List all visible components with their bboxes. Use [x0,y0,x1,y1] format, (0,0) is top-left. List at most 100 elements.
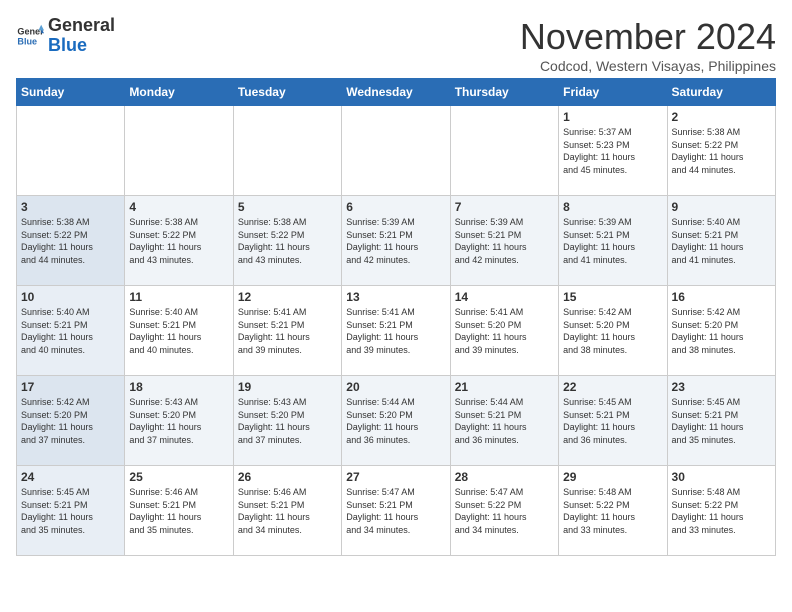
month-year-title: November 2024 [520,16,776,58]
calendar-cell: 1 Sunrise: 5:37 AM Sunset: 5:23 PM Daylig… [559,106,667,196]
calendar-cell [342,106,450,196]
logo: General Blue General Blue [16,16,115,56]
day-info: Sunrise: 5:48 AM Sunset: 5:22 PM Dayligh… [672,486,771,536]
day-info: Sunrise: 5:45 AM Sunset: 5:21 PM Dayligh… [21,486,120,536]
calendar-cell: 3 Sunrise: 5:38 AM Sunset: 5:22 PM Daylig… [17,196,125,286]
day-number: 1 [563,110,662,124]
calendar-cell [125,106,233,196]
calendar-cell [233,106,341,196]
day-info: Sunrise: 5:38 AM Sunset: 5:22 PM Dayligh… [21,216,120,266]
day-info: Sunrise: 5:46 AM Sunset: 5:21 PM Dayligh… [129,486,228,536]
day-info: Sunrise: 5:37 AM Sunset: 5:23 PM Dayligh… [563,126,662,176]
calendar-cell: 11 Sunrise: 5:40 AM Sunset: 5:21 PM Dayli… [125,286,233,376]
calendar-cell: 24Sunrise: 5:45 AM Sunset: 5:21 PM Dayli… [17,466,125,556]
calendar-cell: 26 Sunrise: 5:46 AM Sunset: 5:21 PM Dayli… [233,466,341,556]
day-number: 2 [672,110,771,124]
day-info: Sunrise: 5:44 AM Sunset: 5:20 PM Dayligh… [346,396,445,446]
day-number: 3 [21,200,120,214]
calendar-cell: 2 Sunrise: 5:38 AM Sunset: 5:22 PM Daylig… [667,106,775,196]
page-header: General Blue General Blue November 2024 … [16,16,776,74]
header-thursday: Thursday [450,79,558,106]
day-number: 18 [129,380,228,394]
day-number: 27 [346,470,445,484]
header-tuesday: Tuesday [233,79,341,106]
calendar-week-row: 24Sunrise: 5:45 AM Sunset: 5:21 PM Dayli… [17,466,776,556]
title-block: November 2024 Codcod, Western Visayas, P… [520,16,776,74]
calendar-week-row: 10 Sunrise: 5:40 AM Sunset: 5:21 PM Dayli… [17,286,776,376]
day-info: Sunrise: 5:45 AM Sunset: 5:21 PM Dayligh… [563,396,662,446]
calendar-cell [450,106,558,196]
calendar-week-row: 1 Sunrise: 5:37 AM Sunset: 5:23 PM Daylig… [17,106,776,196]
day-info: Sunrise: 5:47 AM Sunset: 5:21 PM Dayligh… [346,486,445,536]
day-number: 10 [21,290,120,304]
logo-text: General Blue [48,16,115,56]
day-number: 13 [346,290,445,304]
calendar-cell: 17Sunrise: 5:42 AM Sunset: 5:20 PM Dayli… [17,376,125,466]
calendar-cell: 6Sunrise: 5:39 AM Sunset: 5:21 PM Daylig… [342,196,450,286]
day-number: 5 [238,200,337,214]
day-number: 7 [455,200,554,214]
day-number: 16 [672,290,771,304]
day-info: Sunrise: 5:41 AM Sunset: 5:21 PM Dayligh… [238,306,337,356]
day-number: 29 [563,470,662,484]
calendar-cell: 27 Sunrise: 5:47 AM Sunset: 5:21 PM Dayli… [342,466,450,556]
calendar-cell: 15 Sunrise: 5:42 AM Sunset: 5:20 PM Dayli… [559,286,667,376]
day-info: Sunrise: 5:38 AM Sunset: 5:22 PM Dayligh… [672,126,771,176]
calendar-table: SundayMondayTuesdayWednesdayThursdayFrid… [16,78,776,556]
calendar-week-row: 3 Sunrise: 5:38 AM Sunset: 5:22 PM Daylig… [17,196,776,286]
day-info: Sunrise: 5:43 AM Sunset: 5:20 PM Dayligh… [129,396,228,446]
day-info: Sunrise: 5:38 AM Sunset: 5:22 PM Dayligh… [238,216,337,266]
day-info: Sunrise: 5:41 AM Sunset: 5:20 PM Dayligh… [455,306,554,356]
day-info: Sunrise: 5:39 AM Sunset: 5:21 PM Dayligh… [563,216,662,266]
day-number: 21 [455,380,554,394]
day-number: 26 [238,470,337,484]
day-number: 20 [346,380,445,394]
calendar-cell: 12Sunrise: 5:41 AM Sunset: 5:21 PM Dayli… [233,286,341,376]
calendar-cell: 22 Sunrise: 5:45 AM Sunset: 5:21 PM Dayli… [559,376,667,466]
day-info: Sunrise: 5:38 AM Sunset: 5:22 PM Dayligh… [129,216,228,266]
header-sunday: Sunday [17,79,125,106]
calendar-cell: 21 Sunrise: 5:44 AM Sunset: 5:21 PM Dayli… [450,376,558,466]
day-info: Sunrise: 5:48 AM Sunset: 5:22 PM Dayligh… [563,486,662,536]
calendar-cell: 16 Sunrise: 5:42 AM Sunset: 5:20 PM Dayli… [667,286,775,376]
header-friday: Friday [559,79,667,106]
day-info: Sunrise: 5:39 AM Sunset: 5:21 PM Dayligh… [455,216,554,266]
header-monday: Monday [125,79,233,106]
header-wednesday: Wednesday [342,79,450,106]
day-number: 19 [238,380,337,394]
day-info: Sunrise: 5:42 AM Sunset: 5:20 PM Dayligh… [563,306,662,356]
day-number: 15 [563,290,662,304]
calendar-cell: 14Sunrise: 5:41 AM Sunset: 5:20 PM Dayli… [450,286,558,376]
calendar-cell: 20 Sunrise: 5:44 AM Sunset: 5:20 PM Dayli… [342,376,450,466]
day-info: Sunrise: 5:44 AM Sunset: 5:21 PM Dayligh… [455,396,554,446]
day-number: 8 [563,200,662,214]
day-number: 22 [563,380,662,394]
header-saturday: Saturday [667,79,775,106]
calendar-week-row: 17Sunrise: 5:42 AM Sunset: 5:20 PM Dayli… [17,376,776,466]
calendar-cell: 9 Sunrise: 5:40 AM Sunset: 5:21 PM Daylig… [667,196,775,286]
day-number: 9 [672,200,771,214]
calendar-cell: 25 Sunrise: 5:46 AM Sunset: 5:21 PM Dayli… [125,466,233,556]
day-number: 25 [129,470,228,484]
day-number: 4 [129,200,228,214]
calendar-cell: 4 Sunrise: 5:38 AM Sunset: 5:22 PM Daylig… [125,196,233,286]
day-number: 11 [129,290,228,304]
day-info: Sunrise: 5:41 AM Sunset: 5:21 PM Dayligh… [346,306,445,356]
day-number: 23 [672,380,771,394]
calendar-cell: 23 Sunrise: 5:45 AM Sunset: 5:21 PM Dayli… [667,376,775,466]
day-info: Sunrise: 5:47 AM Sunset: 5:22 PM Dayligh… [455,486,554,536]
calendar-cell: 7 Sunrise: 5:39 AM Sunset: 5:21 PM Daylig… [450,196,558,286]
svg-text:Blue: Blue [17,36,37,46]
calendar-cell: 18 Sunrise: 5:43 AM Sunset: 5:20 PM Dayli… [125,376,233,466]
day-info: Sunrise: 5:45 AM Sunset: 5:21 PM Dayligh… [672,396,771,446]
calendar-cell: 30Sunrise: 5:48 AM Sunset: 5:22 PM Dayli… [667,466,775,556]
day-info: Sunrise: 5:42 AM Sunset: 5:20 PM Dayligh… [672,306,771,356]
calendar-cell: 19 Sunrise: 5:43 AM Sunset: 5:20 PM Dayli… [233,376,341,466]
day-info: Sunrise: 5:43 AM Sunset: 5:20 PM Dayligh… [238,396,337,446]
day-number: 17 [21,380,120,394]
day-info: Sunrise: 5:46 AM Sunset: 5:21 PM Dayligh… [238,486,337,536]
day-info: Sunrise: 5:40 AM Sunset: 5:21 PM Dayligh… [672,216,771,266]
day-info: Sunrise: 5:40 AM Sunset: 5:21 PM Dayligh… [129,306,228,356]
day-info: Sunrise: 5:39 AM Sunset: 5:21 PM Dayligh… [346,216,445,266]
day-info: Sunrise: 5:40 AM Sunset: 5:21 PM Dayligh… [21,306,120,356]
